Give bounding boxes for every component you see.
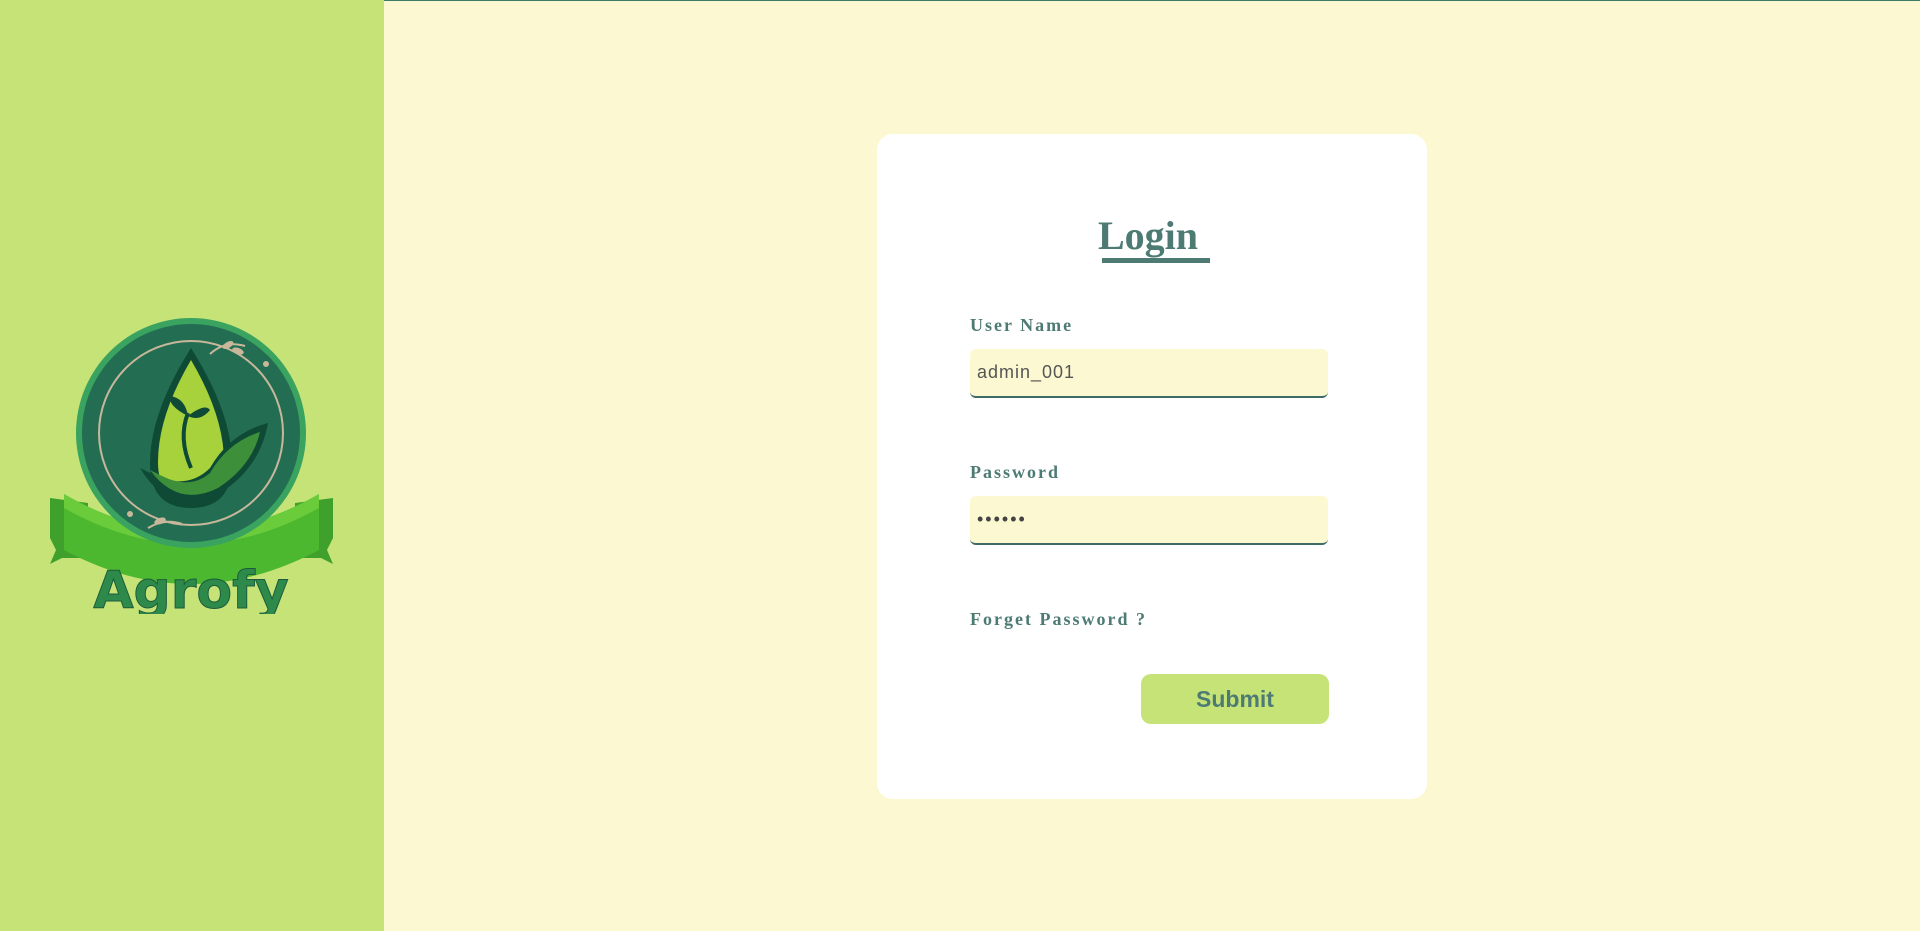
logo-emblem-icon: Agrofy	[50, 318, 333, 614]
page-title: Login	[1098, 213, 1199, 258]
password-field[interactable]	[970, 496, 1328, 545]
title-underline	[1102, 258, 1210, 263]
sidebar: Agrofy	[0, 0, 384, 931]
forgot-password-link[interactable]: Forget Password ?	[970, 609, 1147, 630]
agrofy-logo: Agrofy	[50, 318, 333, 614]
username-field[interactable]	[970, 349, 1328, 398]
login-card: Login User Name Password Forget Password…	[877, 134, 1427, 799]
username-label: User Name	[970, 315, 1074, 335]
submit-button[interactable]: Submit	[1141, 674, 1329, 724]
logo-wordmark: Agrofy	[93, 561, 288, 614]
password-label: Password	[970, 462, 1061, 482]
